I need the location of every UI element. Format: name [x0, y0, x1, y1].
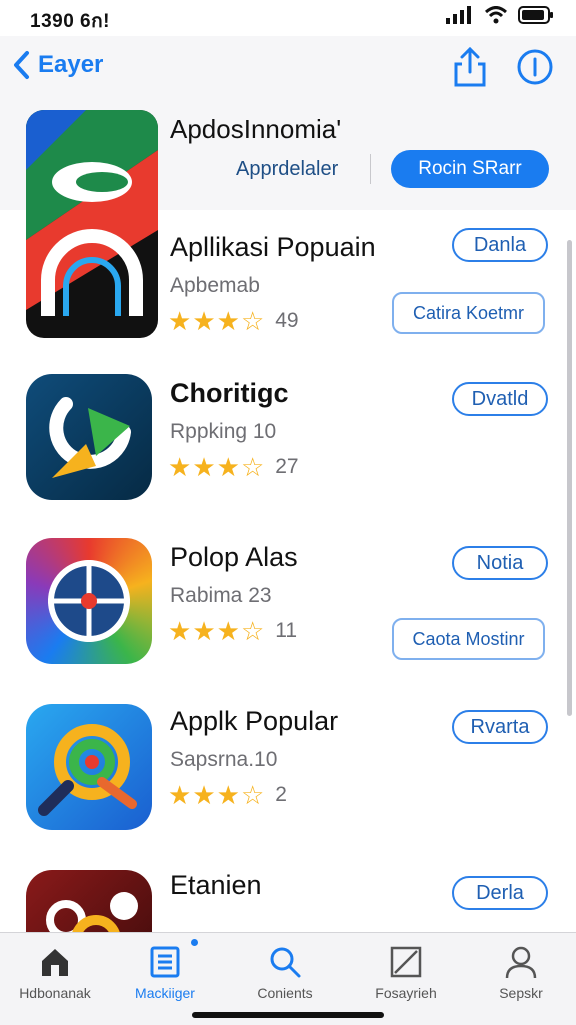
back-label: Eayer — [38, 51, 104, 78]
tab-label: Hdbonanak — [19, 985, 91, 1001]
star-icon: ★ — [168, 780, 192, 810]
star-icon: ★ — [216, 616, 240, 646]
app-logo — [38, 724, 137, 816]
signal-icon — [446, 6, 471, 24]
app-logo — [48, 560, 130, 642]
share-icon[interactable] — [452, 46, 488, 88]
list-icon — [150, 946, 180, 978]
tab-list[interactable]: Mackiiger — [110, 945, 220, 1001]
info-icon[interactable] — [516, 48, 554, 86]
app-name: Polop Alas — [170, 542, 298, 572]
app-subtitle: Rabima 23 — [170, 584, 272, 607]
app-secondary-button[interactable]: Caota Mostinr — [392, 618, 545, 660]
app-action-button[interactable]: Derla — [452, 876, 548, 910]
status-icons — [446, 6, 554, 24]
app-action-button[interactable]: Danla — [452, 228, 548, 262]
app-subtitle: Apbemab — [170, 274, 260, 297]
star-rating: ★ ★ ★ ☆ 11 — [168, 618, 297, 644]
tab-search[interactable]: Conients — [230, 945, 340, 1001]
app-secondary-button[interactable]: Catira Koetmr — [392, 292, 545, 334]
app-icon — [26, 374, 152, 500]
navigation-bar: Eayer — [0, 36, 576, 100]
half-star-icon: ☆ — [240, 452, 265, 482]
featured-developer-link[interactable]: Apprdelaler — [236, 158, 338, 181]
half-star-icon: ☆ — [240, 306, 265, 336]
tab-label: Fosayrieh — [375, 985, 437, 1001]
app-name: Etanien — [170, 870, 262, 900]
list-item[interactable]: Applk Popular Sapsrna.10 ★ ★ ★ ☆ 2 Rvart… — [0, 684, 576, 849]
edit-icon — [390, 946, 422, 978]
app-action-button[interactable]: Notia — [452, 546, 548, 580]
rating-count: 49 — [275, 309, 299, 332]
tab-home[interactable]: Hdbonanak — [0, 945, 110, 1001]
app-icon — [26, 704, 152, 830]
status-bar: 1390 6ก! — [0, 0, 576, 36]
star-icon: ★ — [192, 452, 216, 482]
back-button[interactable]: Eayer — [12, 50, 103, 80]
notification-badge — [191, 939, 198, 946]
app-name: Apllikasi Popuain — [170, 232, 376, 262]
divider — [370, 154, 371, 184]
featured-title: ApdosInnomia' — [170, 114, 342, 144]
app-action-button[interactable]: Rvarta — [452, 710, 548, 744]
star-icon: ★ — [216, 780, 240, 810]
tab-profile[interactable]: Sepskr — [466, 945, 576, 1001]
star-icon: ★ — [192, 616, 216, 646]
chevron-left-icon — [14, 51, 29, 79]
app-logo — [26, 110, 158, 316]
tab-edit[interactable]: Fosayrieh — [351, 945, 461, 1001]
home-indicator — [192, 1012, 384, 1018]
tab-label: Conients — [257, 985, 313, 1001]
featured-primary-button[interactable]: Rocin SRarr — [391, 150, 549, 188]
list-item[interactable]: Choritigc Rppking 10 ★ ★ ★ ☆ 27 Dvatld — [0, 356, 576, 521]
app-name: Choritigc — [170, 378, 289, 408]
app-subtitle: Sapsrna.10 — [170, 748, 278, 771]
star-icon: ★ — [216, 452, 240, 482]
search-icon — [270, 947, 301, 978]
rating-count: 2 — [275, 783, 287, 806]
tab-label: Mackiiger — [135, 985, 195, 1001]
star-icon: ★ — [192, 306, 216, 336]
star-icon: ★ — [216, 306, 240, 336]
star-icon: ★ — [168, 306, 192, 336]
scrollbar[interactable] — [567, 240, 572, 716]
rating-count: 27 — [275, 455, 299, 478]
person-icon — [505, 946, 537, 979]
app-subtitle: Rppking 10 — [170, 420, 277, 443]
status-time: 1390 6ก! — [30, 11, 110, 32]
app-name: Applk Popular — [170, 706, 339, 736]
star-rating: ★ ★ ★ ☆ 27 — [168, 454, 299, 480]
wifi-icon — [484, 6, 508, 24]
star-icon: ★ — [168, 616, 192, 646]
star-rating: ★ ★ ★ ☆ 2 — [168, 782, 287, 808]
list-item[interactable]: Polop Alas Rabima 23 ★ ★ ★ ☆ 11 Notia Ca… — [0, 520, 576, 685]
home-icon — [42, 949, 68, 976]
featured-app-icon[interactable] — [26, 110, 158, 338]
half-star-icon: ☆ — [240, 780, 265, 810]
app-action-button[interactable]: Dvatld — [452, 382, 548, 416]
rating-count: 11 — [275, 619, 298, 642]
star-icon: ★ — [168, 452, 192, 482]
app-logo — [49, 397, 131, 478]
tab-label: Sepskr — [499, 985, 543, 1001]
half-star-icon: ☆ — [240, 616, 265, 646]
app-icon — [26, 538, 152, 664]
star-rating: ★ ★ ★ ☆ 49 — [168, 308, 299, 334]
battery-icon — [518, 6, 553, 24]
star-icon: ★ — [192, 780, 216, 810]
